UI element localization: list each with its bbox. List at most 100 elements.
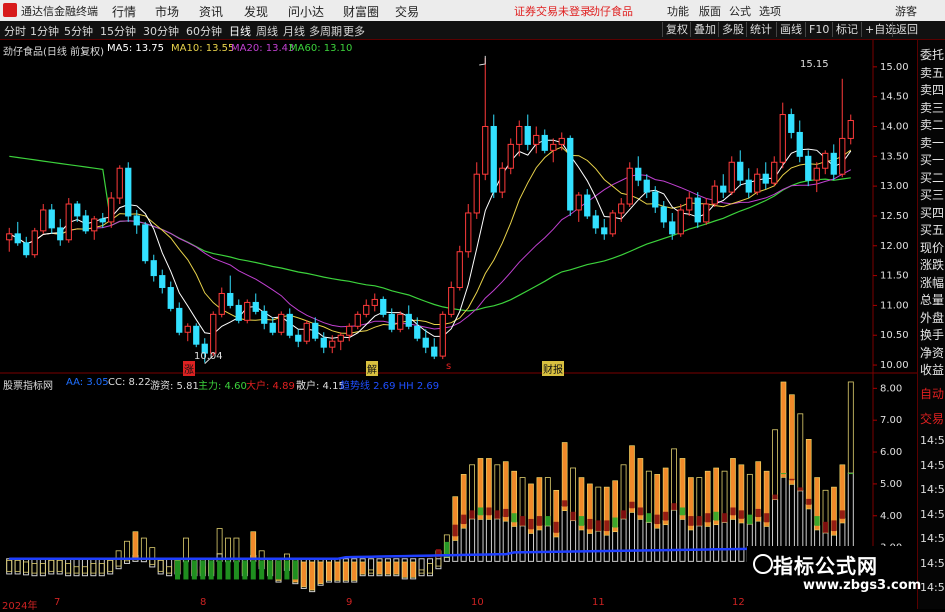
menu-faxian[interactable]: 发现 (244, 3, 268, 20)
sidebar-item-15[interactable]: 外盘 (920, 309, 944, 326)
candle-body (397, 313, 404, 330)
period-30min[interactable]: 30分钟 (143, 23, 179, 39)
youzi-outline (225, 537, 231, 560)
candle-body (31, 230, 38, 256)
period-week[interactable]: 周线 (256, 23, 278, 39)
candle-body (473, 173, 480, 214)
sidebar-item-19[interactable]: 自动 (920, 385, 944, 402)
sanhu-bar (654, 523, 661, 562)
sidebar-item-24[interactable]: 14:50 (920, 508, 945, 521)
zhuli-bar (469, 510, 475, 519)
guest-button[interactable]: 游客 (895, 3, 917, 19)
sidebar-item-18[interactable]: 收益 (920, 361, 944, 378)
btn-biaoji[interactable]: 标记 (832, 22, 861, 37)
period-multi[interactable]: 多周期 (309, 23, 342, 39)
sidebar-item-22[interactable]: 14:50 (920, 459, 945, 472)
sidebar-item-26[interactable]: 14:50 (920, 557, 945, 570)
btn-duogu[interactable]: 多股 (718, 22, 747, 37)
sidebar-item-13[interactable]: 涨幅 (920, 274, 944, 291)
sidebar-item-4[interactable]: 卖二 (920, 116, 944, 133)
youzi-outline (82, 566, 88, 574)
sidebar-item-7[interactable]: 买二 (920, 169, 944, 186)
sidebar-item-12[interactable]: 涨跌 (920, 256, 944, 273)
candle-body (227, 292, 234, 306)
login-notice[interactable]: 证券交易未登录 (514, 3, 591, 19)
youzi-outline (166, 566, 173, 574)
period-more[interactable]: 更多 (343, 23, 365, 39)
sidebar-item-25[interactable]: 14:50 (920, 532, 945, 545)
period-month[interactable]: 月线 (283, 23, 305, 39)
sanhu-bar (679, 514, 686, 562)
period-1min[interactable]: 1分钟 (30, 23, 59, 39)
zhuli-bar (705, 513, 711, 523)
menu-gongshi[interactable]: 公式 (729, 3, 751, 19)
candle-body (533, 134, 540, 145)
sidebar-item-2[interactable]: 卖四 (920, 81, 944, 98)
youzi-bar (805, 439, 812, 510)
period-fenshi[interactable]: 分时 (4, 23, 26, 39)
menu-gongneng[interactable]: 功能 (667, 3, 689, 19)
candle-body (499, 167, 506, 193)
sidebar-item-23[interactable]: 14:50 (920, 483, 945, 496)
sanhu-bar (612, 527, 619, 562)
title-bar: 通达信金融终端 行情 市场 资讯 发现 问小达 财富圈 交易 证券交易未登录 劲… (0, 0, 945, 21)
candle-body (813, 167, 820, 181)
sanhu-bar (519, 525, 526, 562)
sidebar-item-16[interactable]: 换手 (920, 326, 944, 343)
sidebar-item-8[interactable]: 买三 (920, 186, 944, 203)
youzi-outline (98, 563, 105, 574)
sidebar-item-1[interactable]: 卖五 (920, 64, 944, 81)
sidebar-item-9[interactable]: 买四 (920, 204, 944, 221)
sidebar-item-3[interactable]: 卖三 (920, 99, 944, 116)
y-tick-label: 13.00 (880, 181, 909, 192)
btn-f10[interactable]: F10 (805, 22, 832, 37)
sidebar-item-6[interactable]: 买一 (920, 151, 944, 168)
sidebar-item-10[interactable]: 买五 (920, 221, 944, 238)
menu-banmian[interactable]: 版面 (699, 3, 721, 19)
x-label-year: 2024年 (2, 601, 38, 612)
menu-zixun[interactable]: 资讯 (199, 3, 223, 20)
mark-s[interactable]: s (446, 361, 451, 372)
btn-diejia[interactable]: 叠加 (690, 22, 719, 37)
menu-xuanxiang[interactable]: 选项 (759, 3, 781, 19)
btn-back[interactable]: 返回 (892, 22, 921, 37)
sidebar-item-17[interactable]: 净资 (920, 344, 944, 361)
candle-body (40, 209, 47, 232)
btn-fuquan[interactable]: 复权 (662, 22, 691, 37)
youzi-outline (427, 563, 433, 574)
btn-huaxian[interactable]: 画线 (776, 22, 805, 37)
menu-shichang[interactable]: 市场 (155, 3, 179, 20)
candle-body (830, 152, 837, 175)
sidebar-item-20[interactable]: 交易 (920, 410, 944, 427)
sidebar-item-11[interactable]: 现价 (920, 239, 944, 256)
youzi-bar (317, 561, 324, 584)
period-5min[interactable]: 5分钟 (64, 23, 93, 39)
zhuli-bar (528, 518, 534, 530)
youzi-bar (780, 381, 787, 478)
zhuli-bar (604, 520, 610, 532)
sidebar-item-5[interactable]: 卖一 (920, 134, 944, 151)
candle-body (193, 325, 200, 345)
ma10-legend: MA10: 13.55 (171, 43, 235, 54)
menu-caifuquan[interactable]: 财富圈 (343, 3, 379, 20)
zhuli-bar (461, 514, 467, 525)
menu-wenxiaoda[interactable]: 问小达 (288, 3, 324, 20)
menu-hangqing[interactable]: 行情 (112, 3, 136, 20)
period-15min[interactable]: 15分钟 (100, 23, 136, 39)
period-60min[interactable]: 60分钟 (186, 23, 222, 39)
zhuli-bar (225, 560, 231, 580)
app-logo-icon (3, 3, 17, 17)
period-toolbar: 分时 1分钟 5分钟 15分钟 30分钟 60分钟 日线 周线 月线 多周期 更… (0, 21, 945, 40)
sidebar-item-0[interactable]: 委托 (920, 46, 944, 63)
menu-jiaoyi[interactable]: 交易 (395, 3, 419, 20)
period-day[interactable]: 日线 (229, 23, 251, 39)
btn-tongji[interactable]: 统计 (746, 22, 775, 37)
zhuli-bar (747, 514, 753, 525)
zhuli-bar (520, 516, 526, 526)
youzi-outline (233, 537, 240, 560)
sidebar-item-14[interactable]: 总量 (920, 291, 944, 308)
y-tick-label: 10.00 (880, 360, 909, 371)
sidebar-item-27[interactable]: 14:50 (920, 581, 945, 594)
sidebar-item-21[interactable]: 14:50 (920, 434, 945, 447)
price-chart[interactable]: 10.00 10.50 11.00 11.50 12.00 12.50 13.00 13.50… (0, 40, 917, 374)
